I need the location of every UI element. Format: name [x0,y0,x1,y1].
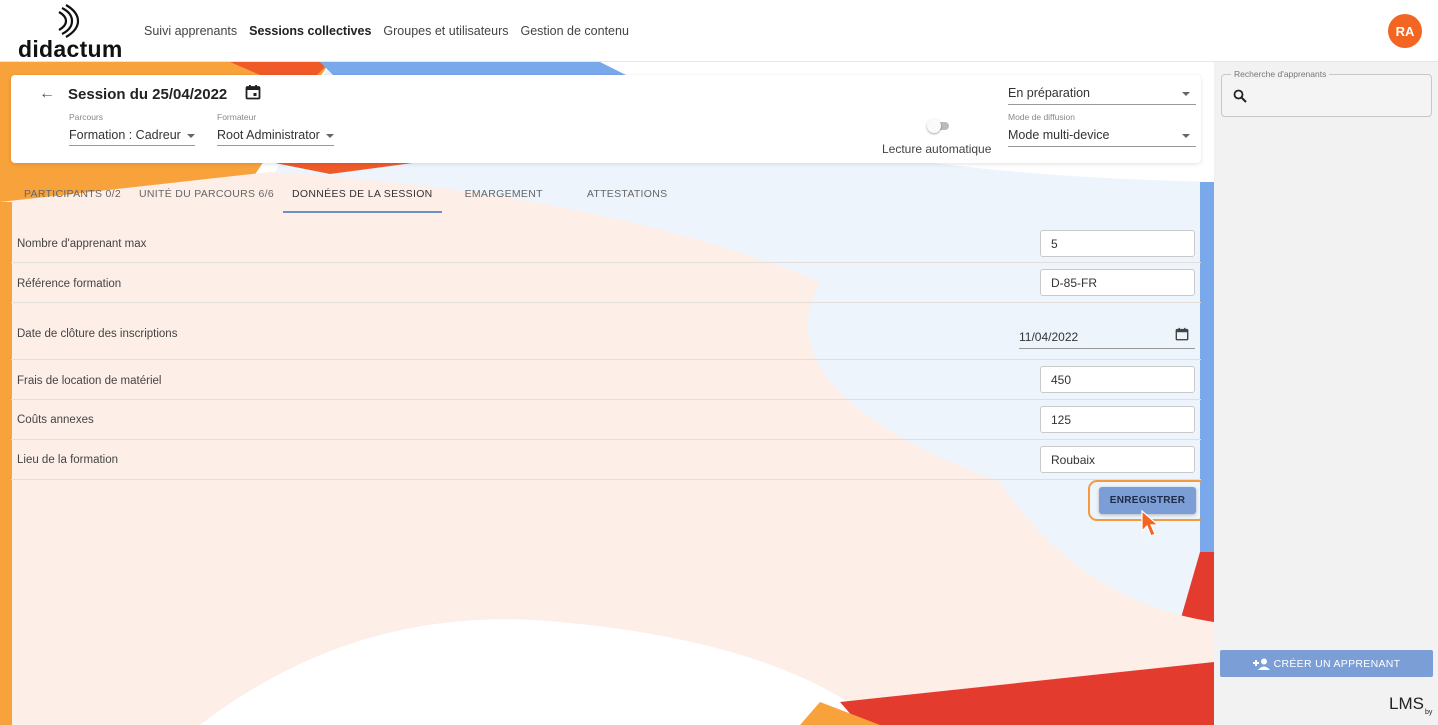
session-data-panel: PARTICIPANTS 0/2 UNITÉ DU PARCOURS 6/6 D… [11,175,1201,713]
create-learner-button[interactable]: CRÉER UN APPRENANT [1220,650,1433,677]
create-learner-label: CRÉER UN APPRENANT [1273,657,1401,670]
field-row-location: Lieu de la formation Roubaix [11,440,1201,480]
closing-date-value: 11/04/2022 [1019,330,1079,344]
logo-waves-icon [58,4,80,38]
search-icon [1233,89,1247,103]
status-value: En préparation [1008,86,1091,100]
user-avatar[interactable]: RA [1388,14,1422,48]
field-row-max-learners: Nombre d'apprenant max 5 [11,223,1201,263]
session-header-card: ← Session du 25/04/2022 Parcours Formati… [11,75,1201,163]
nav-gestion-contenu[interactable]: Gestion de contenu [520,24,628,38]
calendar-icon[interactable] [245,84,261,100]
toggle-knob [927,119,941,133]
lms-footer-logo: LMSby [1389,694,1433,716]
tab-unite-parcours[interactable]: UNITÉ DU PARCOURS 6/6 [130,175,283,213]
lms-text: LMS [1389,694,1424,713]
parcours-label: Parcours [69,112,104,122]
closing-date-label: Date de clôture des inscriptions [17,328,178,340]
extra-costs-input[interactable]: 125 [1040,406,1195,433]
search-label: Recherche d'apprenants [1231,69,1330,79]
location-label: Lieu de la formation [17,454,119,466]
nav-groupes-utilisateurs[interactable]: Groupes et utilisateurs [383,24,508,38]
caret-down-icon [325,133,334,138]
equipment-cost-input[interactable]: 450 [1040,366,1195,393]
session-title: Session du 25/04/2022 [68,86,228,103]
back-arrow-icon[interactable]: ← [39,85,55,103]
nav-suivi-apprenants[interactable]: Suivi apprenants [144,24,237,38]
tab-attestations[interactable]: ATTESTATIONS [578,175,677,213]
top-navigation-bar: didactum Suivi apprenants Sessions colle… [0,0,1438,62]
formateur-select[interactable]: Root Administrator [217,128,334,146]
learner-search-input[interactable]: Recherche d'apprenants [1221,69,1432,117]
tab-participants[interactable]: PARTICIPANTS 0/2 [15,175,130,213]
max-learners-label: Nombre d'apprenant max [17,238,147,250]
closing-date-input[interactable]: 11/04/2022 [1019,325,1195,349]
formateur-value: Root Administrator [217,128,320,142]
field-row-extra-costs: Coûts annexes 125 [11,400,1201,440]
field-row-equipment-cost: Frais de location de matériel 450 [11,360,1201,400]
max-learners-input[interactable]: 5 [1040,230,1195,257]
parcours-value: Formation : Cadreur [69,128,181,142]
field-row-reference: Référence formation D-85-FR [11,263,1201,303]
tab-donnees-session[interactable]: DONNÉES DE LA SESSION [283,175,442,213]
diffusion-value: Mode multi-device [1008,128,1110,142]
didactum-logo[interactable]: didactum [18,4,128,62]
field-row-closing-date: Date de clôture des inscriptions 11/04/2… [11,303,1201,360]
formateur-label: Formateur [217,112,257,122]
parcours-select[interactable]: Formation : Cadreur [69,128,195,146]
learner-sidebar: Recherche d'apprenants CRÉER UN APPRENAN… [1214,62,1438,725]
caret-down-icon [1182,92,1190,96]
lms-by-text: by [1424,709,1433,716]
session-tabs: PARTICIPANTS 0/2 UNITÉ DU PARCOURS 6/6 D… [11,175,1201,213]
diffusion-select[interactable]: Mode multi-device [1008,128,1196,147]
autoplay-label: Lecture automatique [882,142,992,156]
brand-name: didactum [18,36,123,62]
autoplay-toggle[interactable] [925,119,951,133]
nav-sessions-collectives[interactable]: Sessions collectives [249,24,371,38]
tab-emargement[interactable]: EMARGEMENT [456,175,552,213]
status-select[interactable]: En préparation [1008,86,1196,105]
reference-label: Référence formation [17,278,122,290]
reference-input[interactable]: D-85-FR [1040,269,1195,296]
mouse-cursor-icon [1141,509,1160,537]
caret-down-icon [186,133,195,138]
diffusion-label: Mode de diffusion [1008,112,1075,122]
extra-costs-label: Coûts annexes [17,414,94,426]
session-fields: Nombre d'apprenant max 5 Référence forma… [11,223,1201,480]
main-nav: Suivi apprenants Sessions collectives Gr… [144,24,629,38]
equipment-cost-label: Frais de location de matériel [17,375,162,387]
location-input[interactable]: Roubaix [1040,446,1195,473]
caret-down-icon [1182,134,1190,138]
add-person-icon [1252,658,1270,670]
calendar-icon[interactable] [1175,327,1189,341]
